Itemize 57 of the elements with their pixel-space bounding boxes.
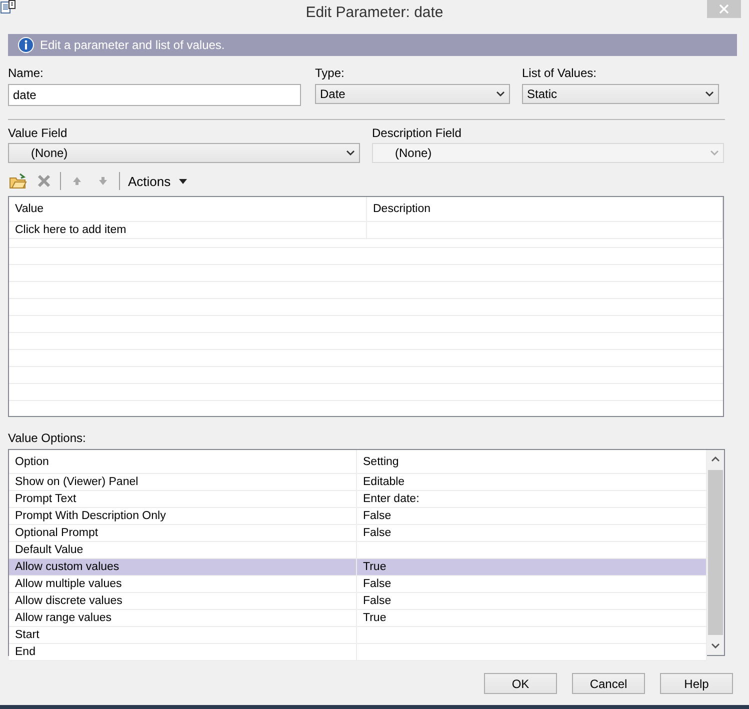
- actions-menu-button[interactable]: Actions: [126, 174, 189, 188]
- chevron-down-icon: [346, 150, 355, 156]
- caret-down-icon: [178, 178, 187, 184]
- option-setting[interactable]: False: [357, 525, 707, 542]
- option-name[interactable]: Prompt With Description Only: [9, 508, 357, 525]
- name-field[interactable]: date: [8, 84, 301, 106]
- option-name[interactable]: Allow custom values: [9, 559, 357, 576]
- option-setting[interactable]: False: [357, 508, 707, 525]
- option-setting[interactable]: Enter date:: [357, 491, 707, 508]
- option-name[interactable]: Allow discrete values: [9, 593, 357, 610]
- dropdown[interactable]: Static: [522, 84, 719, 104]
- chevron-up-icon: [711, 456, 720, 462]
- option-name[interactable]: Default Value: [9, 542, 357, 559]
- field-label: List of Values:: [522, 66, 598, 80]
- dialog-button[interactable]: OK: [484, 673, 557, 694]
- column-header: Option: [9, 450, 357, 474]
- field-label: Value Field: [8, 126, 68, 140]
- dialog-button[interactable]: Cancel: [572, 673, 645, 694]
- option-setting[interactable]: [357, 644, 707, 661]
- banner-text: Edit a parameter and list of values.: [40, 38, 225, 52]
- chevron-down-icon: [710, 150, 719, 156]
- document-icon: [0, 0, 16, 14]
- column-header: Value: [9, 197, 367, 222]
- option-setting[interactable]: [357, 542, 707, 559]
- folder-icon[interactable]: [9, 173, 27, 189]
- option-name[interactable]: Allow range values: [9, 610, 357, 627]
- table-cell[interactable]: [367, 222, 723, 239]
- dialog-button[interactable]: Help: [660, 673, 733, 694]
- option-setting[interactable]: [357, 627, 707, 644]
- option-name[interactable]: Start: [9, 627, 357, 644]
- field-label: Type:: [315, 66, 346, 80]
- option-name[interactable]: End: [9, 644, 357, 661]
- column-header: Setting: [357, 450, 707, 474]
- table-cell[interactable]: Click here to add item: [9, 222, 367, 239]
- option-name[interactable]: Optional Prompt: [9, 525, 357, 542]
- option-setting[interactable]: False: [357, 576, 707, 593]
- option-name[interactable]: Allow multiple values: [9, 576, 357, 593]
- chevron-down-icon: [496, 91, 505, 97]
- info-icon: [18, 37, 34, 53]
- chevron-down-icon: [711, 643, 720, 649]
- option-setting[interactable]: True: [357, 559, 707, 576]
- option-setting[interactable]: Editable: [357, 474, 707, 491]
- section-label: Value Options:: [8, 431, 87, 445]
- window-title: Edit Parameter: date: [306, 4, 444, 20]
- option-setting[interactable]: True: [357, 610, 707, 627]
- close-icon: [719, 4, 729, 14]
- option-setting[interactable]: False: [357, 593, 707, 610]
- close-button[interactable]: [707, 0, 741, 18]
- dropdown[interactable]: (None): [8, 143, 360, 163]
- option-name[interactable]: Prompt Text: [9, 491, 357, 508]
- field-label: Description Field: [372, 126, 462, 140]
- scrollbar[interactable]: [707, 450, 724, 655]
- option-name[interactable]: Show on (Viewer) Panel: [9, 474, 357, 491]
- dropdown[interactable]: Date: [315, 84, 510, 104]
- field-label: Name:: [8, 66, 44, 80]
- column-header: Description: [367, 197, 723, 222]
- chevron-down-icon: [705, 91, 714, 97]
